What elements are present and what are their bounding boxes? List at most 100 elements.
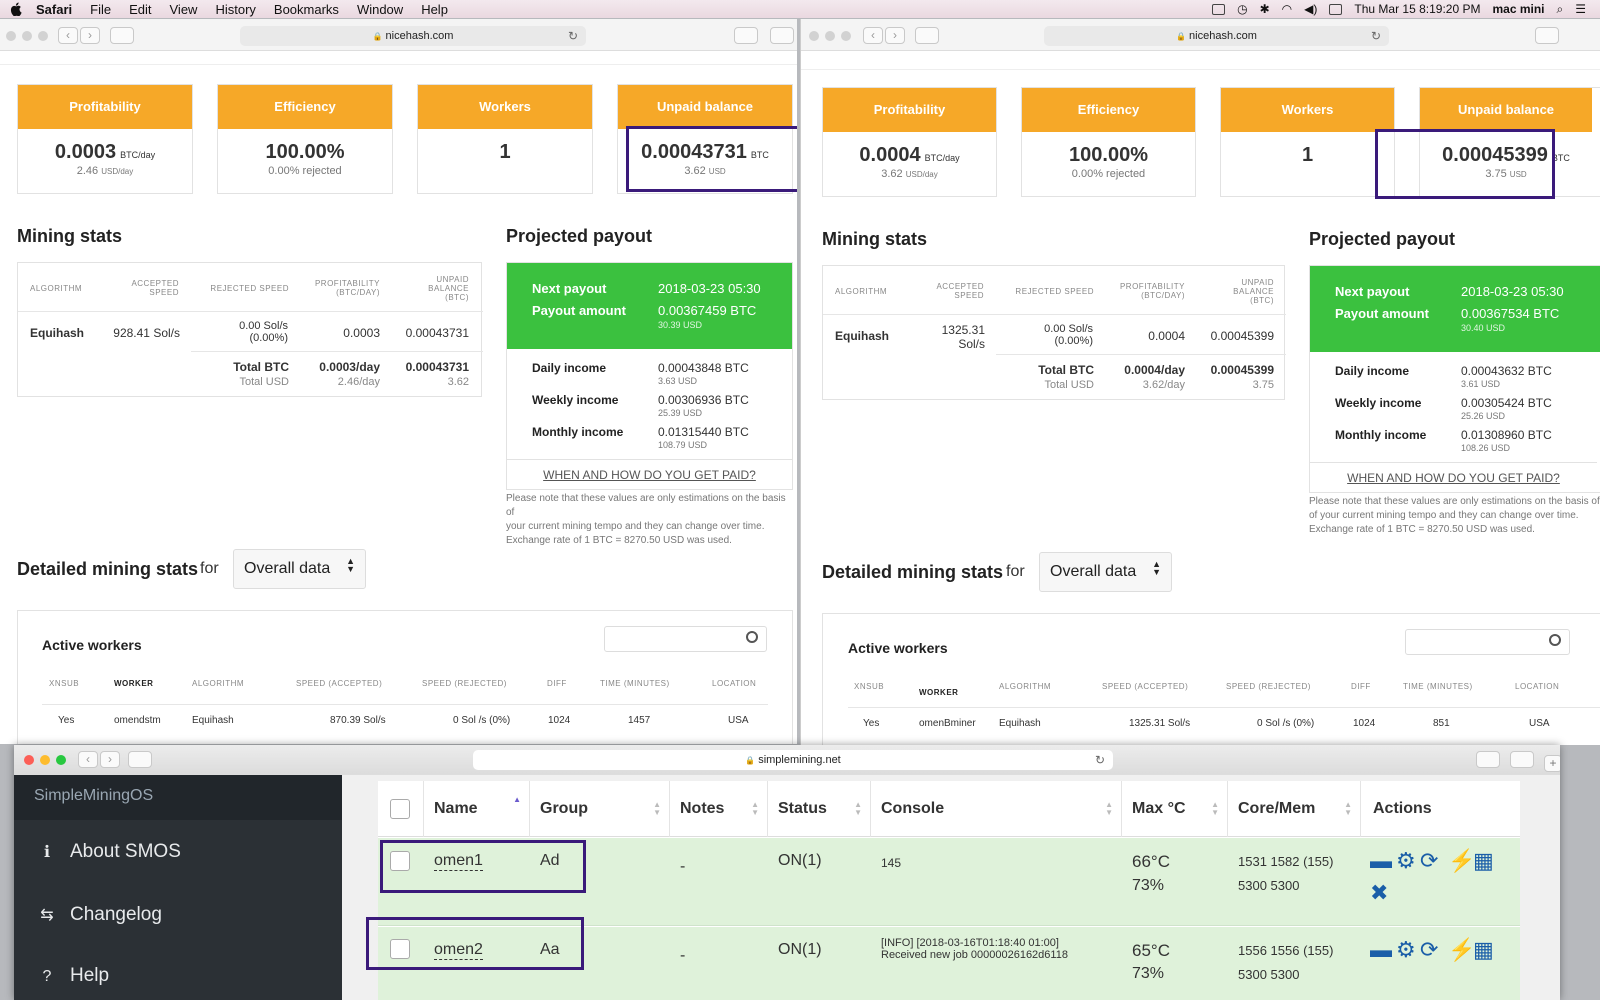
menu-edit[interactable]: Edit	[129, 2, 151, 17]
power-action-icon[interactable]: ⚡	[1448, 937, 1475, 963]
th-name[interactable]: Name ▲	[424, 781, 530, 837]
address-bar[interactable]: 🔒 nicehash.com ↻	[240, 26, 586, 46]
qr-action-icon[interactable]: ▦	[1473, 937, 1494, 963]
nav-help[interactable]: ? Help	[38, 965, 110, 987]
apple-icon[interactable]	[10, 2, 22, 17]
active-workers-title: Active workers	[42, 637, 142, 653]
th-speed-accepted[interactable]: SPEED (ACCEPTED)	[1102, 682, 1188, 691]
th-location[interactable]: LOCATION	[712, 679, 756, 688]
sidebar-toggle-icon[interactable]	[110, 27, 134, 44]
th-time[interactable]: TIME (MINUTES)	[600, 679, 670, 688]
zoom-button[interactable]	[56, 755, 66, 765]
console-action-icon[interactable]: ▬	[1370, 848, 1392, 874]
address-bar[interactable]: 🔒 nicehash.com ↻	[1044, 26, 1389, 46]
worker-search-input[interactable]	[1405, 629, 1570, 655]
menu-help[interactable]: Help	[421, 2, 448, 17]
clock[interactable]: Thu Mar 15 8:19:20 PM	[1354, 2, 1480, 16]
th-speed-accepted[interactable]: SPEED (ACCEPTED)	[296, 679, 382, 688]
gear-action-icon[interactable]: ⚙	[1396, 937, 1416, 963]
th-xnsub[interactable]: XNSUB	[854, 682, 884, 691]
th-algorithm[interactable]: ALGORITHM	[999, 682, 1051, 691]
back-button[interactable]: ‹	[78, 751, 98, 768]
th-diff[interactable]: DIFF	[547, 679, 567, 688]
th-speed-rejected[interactable]: SPEED (REJECTED)	[422, 679, 507, 688]
reboot-action-icon[interactable]: ⟳	[1420, 848, 1438, 874]
volume-icon[interactable]: ◀)	[1304, 2, 1317, 16]
th-notes[interactable]: Notes ▲ ▼	[670, 781, 768, 837]
th-console[interactable]: Console ▲ ▼	[871, 781, 1122, 837]
share-icon[interactable]	[1476, 751, 1500, 768]
qr-action-icon[interactable]: ▦	[1473, 848, 1494, 874]
back-button[interactable]: ‹	[863, 27, 883, 44]
minimize-button[interactable]	[825, 31, 835, 41]
power-action-icon[interactable]: ⚡	[1448, 848, 1475, 874]
zoom-button[interactable]	[38, 31, 48, 41]
screen-mirror-icon[interactable]	[1212, 3, 1226, 15]
th-max-temp[interactable]: Max °C ▲ ▼	[1122, 781, 1228, 837]
back-button[interactable]: ‹	[58, 27, 78, 44]
smos-brand[interactable]: SimpleMiningOS	[14, 775, 342, 820]
data-select[interactable]: Overall data ▲ ▼	[233, 549, 366, 589]
spotlight-icon[interactable]: ⌕	[1557, 2, 1564, 17]
th-algorithm[interactable]: ALGORITHM	[192, 679, 244, 688]
close-button[interactable]	[6, 31, 16, 41]
close-button[interactable]	[24, 755, 34, 765]
menu-bookmarks[interactable]: Bookmarks	[274, 2, 339, 17]
th-group[interactable]: Group ▲ ▼	[530, 781, 670, 837]
data-select[interactable]: Overall data ▲ ▼	[1039, 552, 1172, 592]
th-worker[interactable]: WORKER	[114, 679, 153, 688]
reload-icon[interactable]: ↻	[1371, 26, 1381, 46]
th-time[interactable]: TIME (MINUTES)	[1403, 682, 1473, 691]
bluetooth-icon[interactable]: ✱	[1260, 2, 1270, 16]
reboot-action-icon[interactable]: ⟳	[1420, 937, 1438, 963]
forward-button[interactable]: ›	[100, 751, 120, 768]
wifi-icon[interactable]: ◠	[1282, 2, 1292, 16]
share-icon[interactable]	[734, 27, 758, 44]
th-status[interactable]: Status ▲ ▼	[768, 781, 871, 837]
menu-window[interactable]: Window	[357, 2, 403, 17]
display-icon[interactable]	[1329, 3, 1343, 15]
zoom-button[interactable]	[841, 31, 851, 41]
th-location[interactable]: LOCATION	[1515, 682, 1559, 691]
share-icon[interactable]	[1535, 27, 1559, 44]
minimize-button[interactable]	[22, 31, 32, 41]
rig-notes[interactable]: -	[680, 947, 685, 965]
new-tab-icon[interactable]: +	[1544, 755, 1560, 772]
user-name[interactable]: mac mini	[1492, 2, 1544, 16]
address-bar[interactable]: 🔒 simplemining.net ↻	[473, 750, 1113, 770]
forward-button[interactable]: ›	[885, 27, 905, 44]
nav-changelog[interactable]: ⇆ Changelog	[38, 904, 162, 926]
td-xnsub: Yes	[58, 715, 75, 726]
forward-button[interactable]: ›	[80, 27, 100, 44]
th-diff[interactable]: DIFF	[1351, 682, 1371, 691]
next-payout-label: Next payout	[532, 281, 607, 296]
close-button[interactable]	[809, 31, 819, 41]
reload-icon[interactable]: ↻	[568, 26, 578, 46]
sidebar-toggle-icon[interactable]	[128, 751, 152, 768]
select-all-checkbox[interactable]	[390, 799, 410, 819]
th-worker[interactable]: WORKER	[919, 688, 958, 697]
tabs-icon[interactable]	[770, 27, 794, 44]
sidebar-toggle-icon[interactable]	[915, 27, 939, 44]
menu-history[interactable]: History	[215, 2, 255, 17]
nav-about-smos[interactable]: ℹ About SMOS	[38, 841, 181, 863]
delete-action-icon[interactable]: ✖	[1370, 880, 1388, 906]
console-action-icon[interactable]: ▬	[1370, 937, 1392, 963]
menu-file[interactable]: File	[90, 2, 111, 17]
th-core-mem[interactable]: Core/Mem ▲ ▼	[1228, 781, 1361, 837]
tabs-icon[interactable]	[1510, 751, 1534, 768]
worker-search-input[interactable]	[604, 626, 767, 652]
minimize-button[interactable]	[40, 755, 50, 765]
notification-center-icon[interactable]: ☰	[1575, 2, 1586, 16]
payout-info-link[interactable]: WHEN AND HOW DO YOU GET PAID?	[507, 459, 792, 489]
th-xnsub[interactable]: XNSUB	[49, 679, 79, 688]
reload-icon[interactable]: ↻	[1095, 750, 1105, 770]
gear-action-icon[interactable]: ⚙	[1396, 848, 1416, 874]
time-machine-icon[interactable]: ◷	[1237, 2, 1247, 16]
payout-info-link[interactable]: WHEN AND HOW DO YOU GET PAID?	[1310, 462, 1597, 492]
menu-view[interactable]: View	[170, 2, 198, 17]
search-icon	[1549, 634, 1561, 646]
rig-notes[interactable]: -	[680, 858, 685, 876]
menu-app-name[interactable]: Safari	[36, 2, 72, 17]
th-speed-rejected[interactable]: SPEED (REJECTED)	[1226, 682, 1311, 691]
